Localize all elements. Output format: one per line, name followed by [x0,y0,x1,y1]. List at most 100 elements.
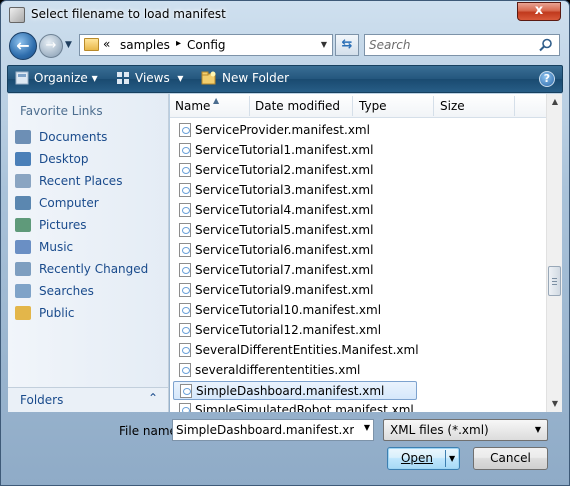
xml-file-icon [179,283,191,297]
xml-file-icon [179,203,191,217]
open-options-arrow[interactable]: ▼ [449,448,455,469]
file-name: ServiceTutorial6.manifest.xml [195,243,374,257]
file-row[interactable]: ServiceProvider.manifest.xml [173,121,417,140]
file-type-select[interactable]: XML files (*.xml) ▼ [383,419,548,441]
address-dropdown-arrow[interactable]: ▼ [321,40,327,49]
favorite-links-header: Favorite Links [20,104,103,118]
column-divider[interactable] [514,96,515,116]
xml-file-icon [179,143,191,157]
column-divider[interactable] [352,96,353,116]
breadcrumb-separator[interactable]: ▸ [176,38,181,49]
file-row[interactable]: ServiceTutorial9.manifest.xml [173,281,417,300]
open-button[interactable]: Open ▼ [387,447,460,470]
file-name: ServiceTutorial12.manifest.xml [195,323,382,337]
file-row[interactable]: ServiceTutorial3.manifest.xml [173,181,417,200]
xml-file-icon [179,343,191,357]
xml-file-icon [179,163,191,177]
sidebar-item-label: Pictures [39,218,87,232]
column-date-modified[interactable]: Date modified [255,99,340,113]
column-type[interactable]: Type [359,99,387,113]
search-input[interactable] [369,37,535,53]
title-bar[interactable]: Select filename to load manifest x [1,1,569,29]
file-name-combo[interactable]: ▼ [172,419,374,441]
xml-file-icon [179,183,191,197]
file-type-value: XML files (*.xml) [390,423,489,437]
file-row[interactable]: SimpleDashboard.manifest.xml [173,381,417,400]
column-name[interactable]: ▲ Name [175,96,219,113]
search-icon[interactable] [539,38,553,52]
sidebar-item-desktop[interactable]: Desktop [15,148,148,170]
file-name-input[interactable] [176,423,354,437]
scroll-thumb[interactable] [548,266,561,296]
search-box[interactable] [364,34,560,56]
xml-file-icon [179,363,191,377]
recent-places-icon [15,174,31,188]
sidebar-item-documents[interactable]: Documents [15,126,148,148]
column-divider[interactable] [249,96,250,116]
file-row[interactable]: ServiceTutorial1.manifest.xml [173,141,417,160]
file-list-pane: ▲ Name Date modified Type Size ServicePr… [170,94,562,412]
file-row[interactable]: SeveralDifferentEntities.Manifest.xml [173,341,419,360]
recent-pages-dropdown[interactable]: ▼ [65,40,72,50]
scroll-up-arrow[interactable]: ▲ [547,94,563,110]
sidebar-item-music[interactable]: Music [15,236,148,258]
views-menu[interactable]: Views ▾ [116,71,183,85]
folders-label: Folders [20,393,64,407]
file-name: ServiceTutorial7.manifest.xml [195,263,374,277]
new-folder-button[interactable]: New Folder [201,71,289,85]
scroll-down-arrow[interactable]: ▼ [547,396,563,412]
file-name: ServiceTutorial3.manifest.xml [195,183,374,197]
address-overflow-chevron[interactable]: « [103,37,110,51]
column-divider[interactable] [433,96,434,116]
file-row[interactable]: ServiceTutorial2.manifest.xml [173,161,417,180]
sort-ascending-icon: ▲ [213,96,220,105]
file-row[interactable]: SimpleSimulatedRobot.manifest.xml [173,401,417,412]
navigation-bar: ← → ▼ « samples ▸ Config ▼ ⇆ [1,29,569,63]
organize-icon [15,71,29,85]
file-name: severaldifferententities.xml [195,363,361,377]
file-row[interactable]: ServiceTutorial12.manifest.xml [173,321,417,340]
sidebar-item-label: Music [39,240,74,254]
file-row[interactable]: ServiceTutorial10.manifest.xml [173,301,417,320]
column-size[interactable]: Size [440,99,465,113]
help-icon[interactable]: ? [539,71,555,87]
breadcrumb-samples[interactable]: samples [120,38,170,52]
sidebar-item-recently-changed[interactable]: Recently Changed [15,258,148,280]
folders-toggle[interactable]: Folders ⌃ [8,387,168,412]
views-icon [117,72,129,84]
searches-icon [15,284,31,298]
chevron-down-icon[interactable]: ▼ [535,425,541,434]
file-row[interactable]: ServiceTutorial4.manifest.xml [173,201,417,220]
refresh-button[interactable]: ⇆ [335,34,359,56]
sidebar-item-label: Desktop [39,152,89,166]
sidebar-item-recent-places[interactable]: Recent Places [15,170,148,192]
sidebar-item-searches[interactable]: Searches [15,280,148,302]
split-divider [445,450,446,467]
back-button[interactable]: ← [9,32,37,60]
public-folder-icon [15,306,31,320]
file-row[interactable]: ServiceTutorial6.manifest.xml [173,241,417,260]
vertical-scrollbar[interactable]: ▲ ▼ [546,94,562,412]
file-row[interactable]: ServiceTutorial7.manifest.xml [173,261,417,280]
documents-icon [15,130,31,144]
file-row[interactable]: ServiceTutorial5.manifest.xml [173,221,417,240]
sidebar-item-public[interactable]: Public [15,302,148,324]
file-name: ServiceTutorial2.manifest.xml [195,163,374,177]
desktop-icon [15,152,31,166]
close-button[interactable]: x [517,2,561,21]
forward-button[interactable]: → [39,34,63,58]
cancel-button[interactable]: Cancel [473,447,548,470]
address-bar[interactable]: « samples ▸ Config ▼ [79,34,333,56]
chevron-up-icon[interactable]: ⌃ [148,391,158,405]
app-icon [9,7,25,23]
breadcrumb-config[interactable]: Config [187,38,226,52]
sidebar-item-computer[interactable]: Computer [15,192,148,214]
sidebar-item-pictures[interactable]: Pictures [15,214,148,236]
file-row[interactable]: severaldifferententities.xml [173,361,417,380]
file-open-dialog: Select filename to load manifest x ← → ▼… [0,0,570,486]
sidebar-item-label: Recent Places [39,174,123,188]
file-name: ServiceTutorial5.manifest.xml [195,223,374,237]
file-name-dropdown-arrow[interactable]: ▼ [364,423,370,432]
sidebar-item-label: Recently Changed [39,262,149,276]
organize-menu[interactable]: Organize ▾ [15,71,98,85]
